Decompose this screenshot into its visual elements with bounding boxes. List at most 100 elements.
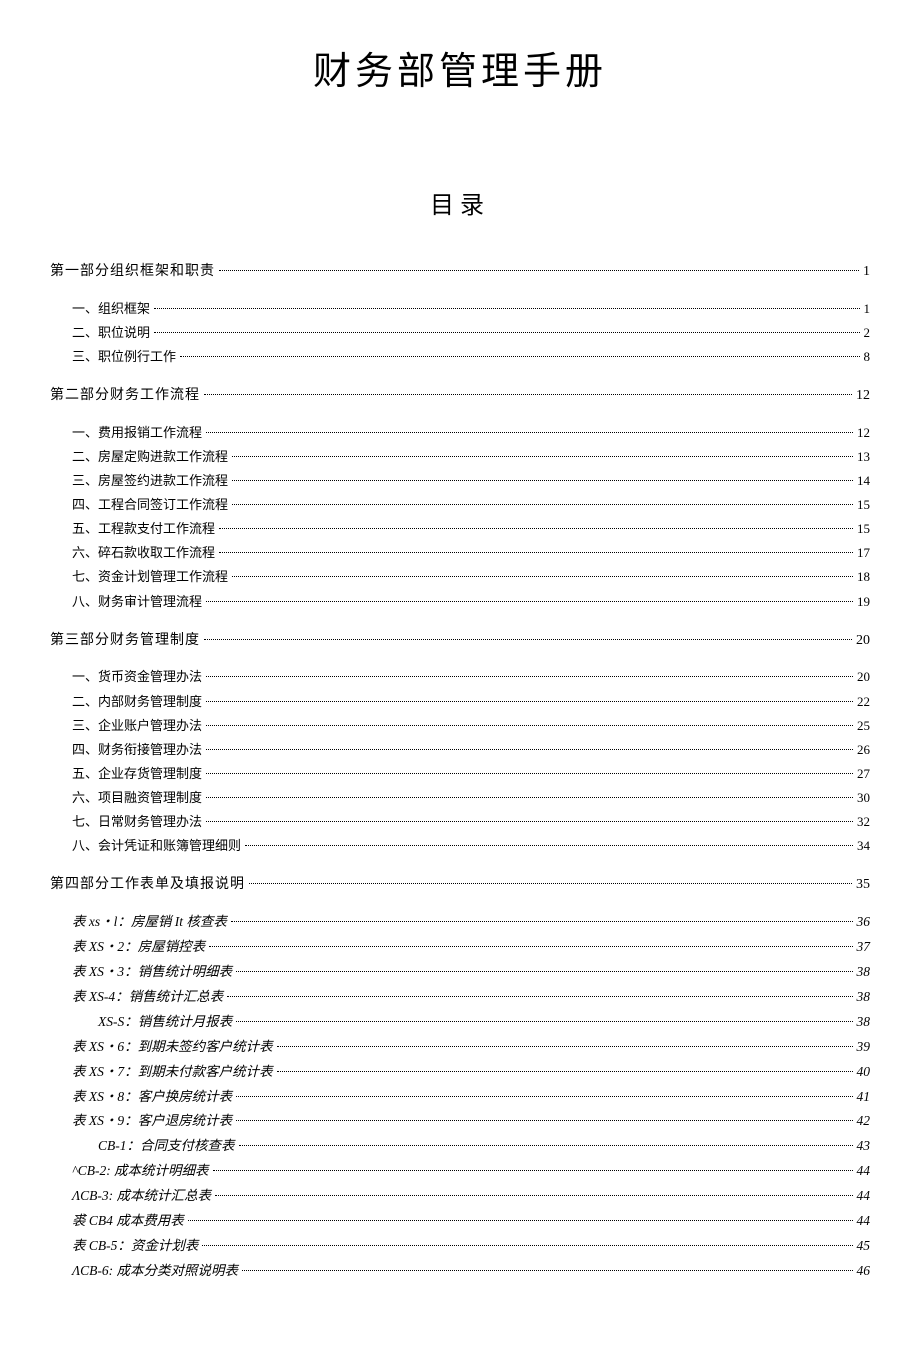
- toc-entry: XS-S：销售统计月报表38: [50, 1011, 870, 1034]
- toc-entry-page: 26: [857, 739, 870, 761]
- toc-entry-page: 15: [857, 518, 870, 540]
- toc-leader: [188, 1220, 853, 1221]
- toc-entry: 表 XS・2：房屋销控表 37: [50, 936, 870, 959]
- toc-entry: 四、财务衔接管理办法 26: [50, 739, 870, 761]
- toc-entry-page: 44: [857, 1185, 871, 1208]
- toc-entry-label: 表 XS-4：销售统计汇总表: [72, 986, 223, 1009]
- toc-leader: [232, 504, 853, 505]
- toc-entry-label: 表 XS・6：到期未签约客户统计表: [72, 1036, 273, 1059]
- toc-entry-label: 一、组织框架: [72, 298, 150, 320]
- toc-entry-page: 40: [857, 1061, 871, 1084]
- toc-leader: [209, 946, 852, 947]
- toc-leader: [239, 1145, 853, 1146]
- table-of-contents: 第一部分组织框架和职责1一、组织框架1二、职位说明2三、职位例行工作8第二部分财…: [50, 260, 870, 1283]
- toc-entry: 一、费用报销工作流程 12: [50, 422, 870, 444]
- toc-entry-page: 30: [857, 787, 870, 809]
- toc-entry-label: 七、资金计划管理工作流程: [72, 566, 228, 588]
- toc-entry: ^CB-2: 成本统计明细表 44: [50, 1160, 870, 1183]
- toc-entry-page: 44: [857, 1160, 871, 1183]
- toc-entry-label: 三、房屋签约进款工作流程: [72, 470, 228, 492]
- toc-leader: [206, 773, 853, 774]
- toc-entry-label: ΛCB-3: 成本统计汇总表: [72, 1185, 211, 1208]
- toc-entry-label: 八、会计凭证和账簿管理细则: [72, 835, 241, 857]
- toc-entry-label: 一、费用报销工作流程: [72, 422, 202, 444]
- toc-entry: 六、项目融资管理制度 30: [50, 787, 870, 809]
- toc-entry-label: 第四部分工作表单及填报说明: [50, 873, 245, 897]
- toc-entry-label: 七、日常财务管理办法: [72, 811, 202, 833]
- toc-entry: 二、房屋定购进款工作流程 13: [50, 446, 870, 468]
- toc-entry-label: 六、项目融资管理制度: [72, 787, 202, 809]
- toc-leader: [242, 1270, 852, 1271]
- toc-entry-page: 37: [857, 936, 871, 959]
- toc-entry: 四、工程合同签订工作流程 15: [50, 494, 870, 516]
- toc-leader: [206, 725, 853, 726]
- toc-entry-label: 八、财务审计管理流程: [72, 591, 202, 613]
- toc-entry: 五、工程款支付工作流程 15: [50, 518, 870, 540]
- toc-entry-label: 四、财务衔接管理办法: [72, 739, 202, 761]
- toc-entry-label: 三、企业账户管理办法: [72, 715, 202, 737]
- toc-entry: 裘 CB4 成本费用表 44: [50, 1210, 870, 1233]
- toc-leader: [204, 394, 852, 395]
- toc-leader: [236, 1096, 852, 1097]
- toc-entry: 表 XS・9：客户退房统计表42: [50, 1110, 870, 1133]
- toc-entry-page: 12: [857, 422, 870, 444]
- toc-entry: 二、职位说明 2: [50, 322, 870, 344]
- toc-entry-label: 五、工程款支付工作流程: [72, 518, 215, 540]
- toc-leader: [232, 456, 853, 457]
- toc-leader: [277, 1046, 853, 1047]
- toc-leader: [231, 921, 853, 922]
- toc-entry: 一、货币资金管理办法20: [50, 666, 870, 688]
- toc-entry-page: 38: [857, 1011, 871, 1034]
- toc-leader: [202, 1245, 852, 1246]
- toc-entry-page: 22: [857, 691, 870, 713]
- toc-leader: [236, 971, 852, 972]
- toc-entry-label: 四、工程合同签订工作流程: [72, 494, 228, 516]
- toc-entry-page: 17: [857, 542, 870, 564]
- toc-leader: [206, 797, 853, 798]
- toc-leader: [206, 749, 853, 750]
- toc-leader: [245, 845, 853, 846]
- toc-entry-label: ^CB-2: 成本统计明细表: [72, 1160, 209, 1183]
- toc-entry-label: 三、职位例行工作: [72, 346, 176, 368]
- toc-entry-page: 20: [857, 666, 870, 688]
- toc-entry: 六、碎石款收取工作流程17: [50, 542, 870, 564]
- toc-entry: 表 xs・l：房屋销 It 核查表36: [50, 911, 870, 934]
- toc-entry-page: 12: [856, 384, 870, 408]
- toc-entry: 表 XS-4：销售统计汇总表 38: [50, 986, 870, 1009]
- toc-entry-page: 43: [857, 1135, 871, 1158]
- toc-leader: [236, 1120, 852, 1121]
- toc-entry-label: 表 XS・2：房屋销控表: [72, 936, 205, 959]
- toc-entry-page: 19: [857, 591, 870, 613]
- toc-entry: 八、财务审计管理流程 19: [50, 591, 870, 613]
- toc-entry-page: 8: [864, 346, 871, 368]
- toc-entry-page: 2: [864, 322, 871, 344]
- toc-entry-label: 第二部分财务工作流程: [50, 384, 200, 408]
- toc-leader: [206, 601, 853, 602]
- toc-entry-page: 14: [857, 470, 870, 492]
- toc-leader: [232, 576, 853, 577]
- toc-entry-page: 13: [857, 446, 870, 468]
- toc-entry-label: 第三部分财务管理制度: [50, 629, 200, 653]
- toc-entry-page: 15: [857, 494, 870, 516]
- toc-entry-page: 27: [857, 763, 870, 785]
- toc-leader: [154, 308, 859, 309]
- toc-entry: 七、日常财务管理办法32: [50, 811, 870, 833]
- toc-leader: [219, 270, 859, 271]
- toc-entry-label: 二、职位说明: [72, 322, 150, 344]
- toc-leader: [204, 639, 852, 640]
- toc-entry-label: 表 CB-5：资金计划表: [72, 1235, 198, 1258]
- toc-entry: 三、职位例行工作 8: [50, 346, 870, 368]
- toc-leader: [236, 1021, 852, 1022]
- toc-entry-page: 38: [857, 986, 871, 1009]
- toc-entry-label: 裘 CB4 成本费用表: [72, 1210, 184, 1233]
- toc-entry-page: 25: [857, 715, 870, 737]
- toc-entry: 第三部分财务管理制度20: [50, 629, 870, 653]
- toc-entry-label: 二、房屋定购进款工作流程: [72, 446, 228, 468]
- toc-entry: 三、企业账户管理办法 25: [50, 715, 870, 737]
- toc-entry-page: 18: [857, 566, 870, 588]
- toc-entry-page: 44: [857, 1210, 871, 1233]
- toc-leader: [213, 1170, 853, 1171]
- toc-entry-label: 表 XS・7：到期未付款客户统计表: [72, 1061, 273, 1084]
- toc-entry: 表 CB-5：资金计划表45: [50, 1235, 870, 1258]
- toc-leader: [249, 883, 852, 884]
